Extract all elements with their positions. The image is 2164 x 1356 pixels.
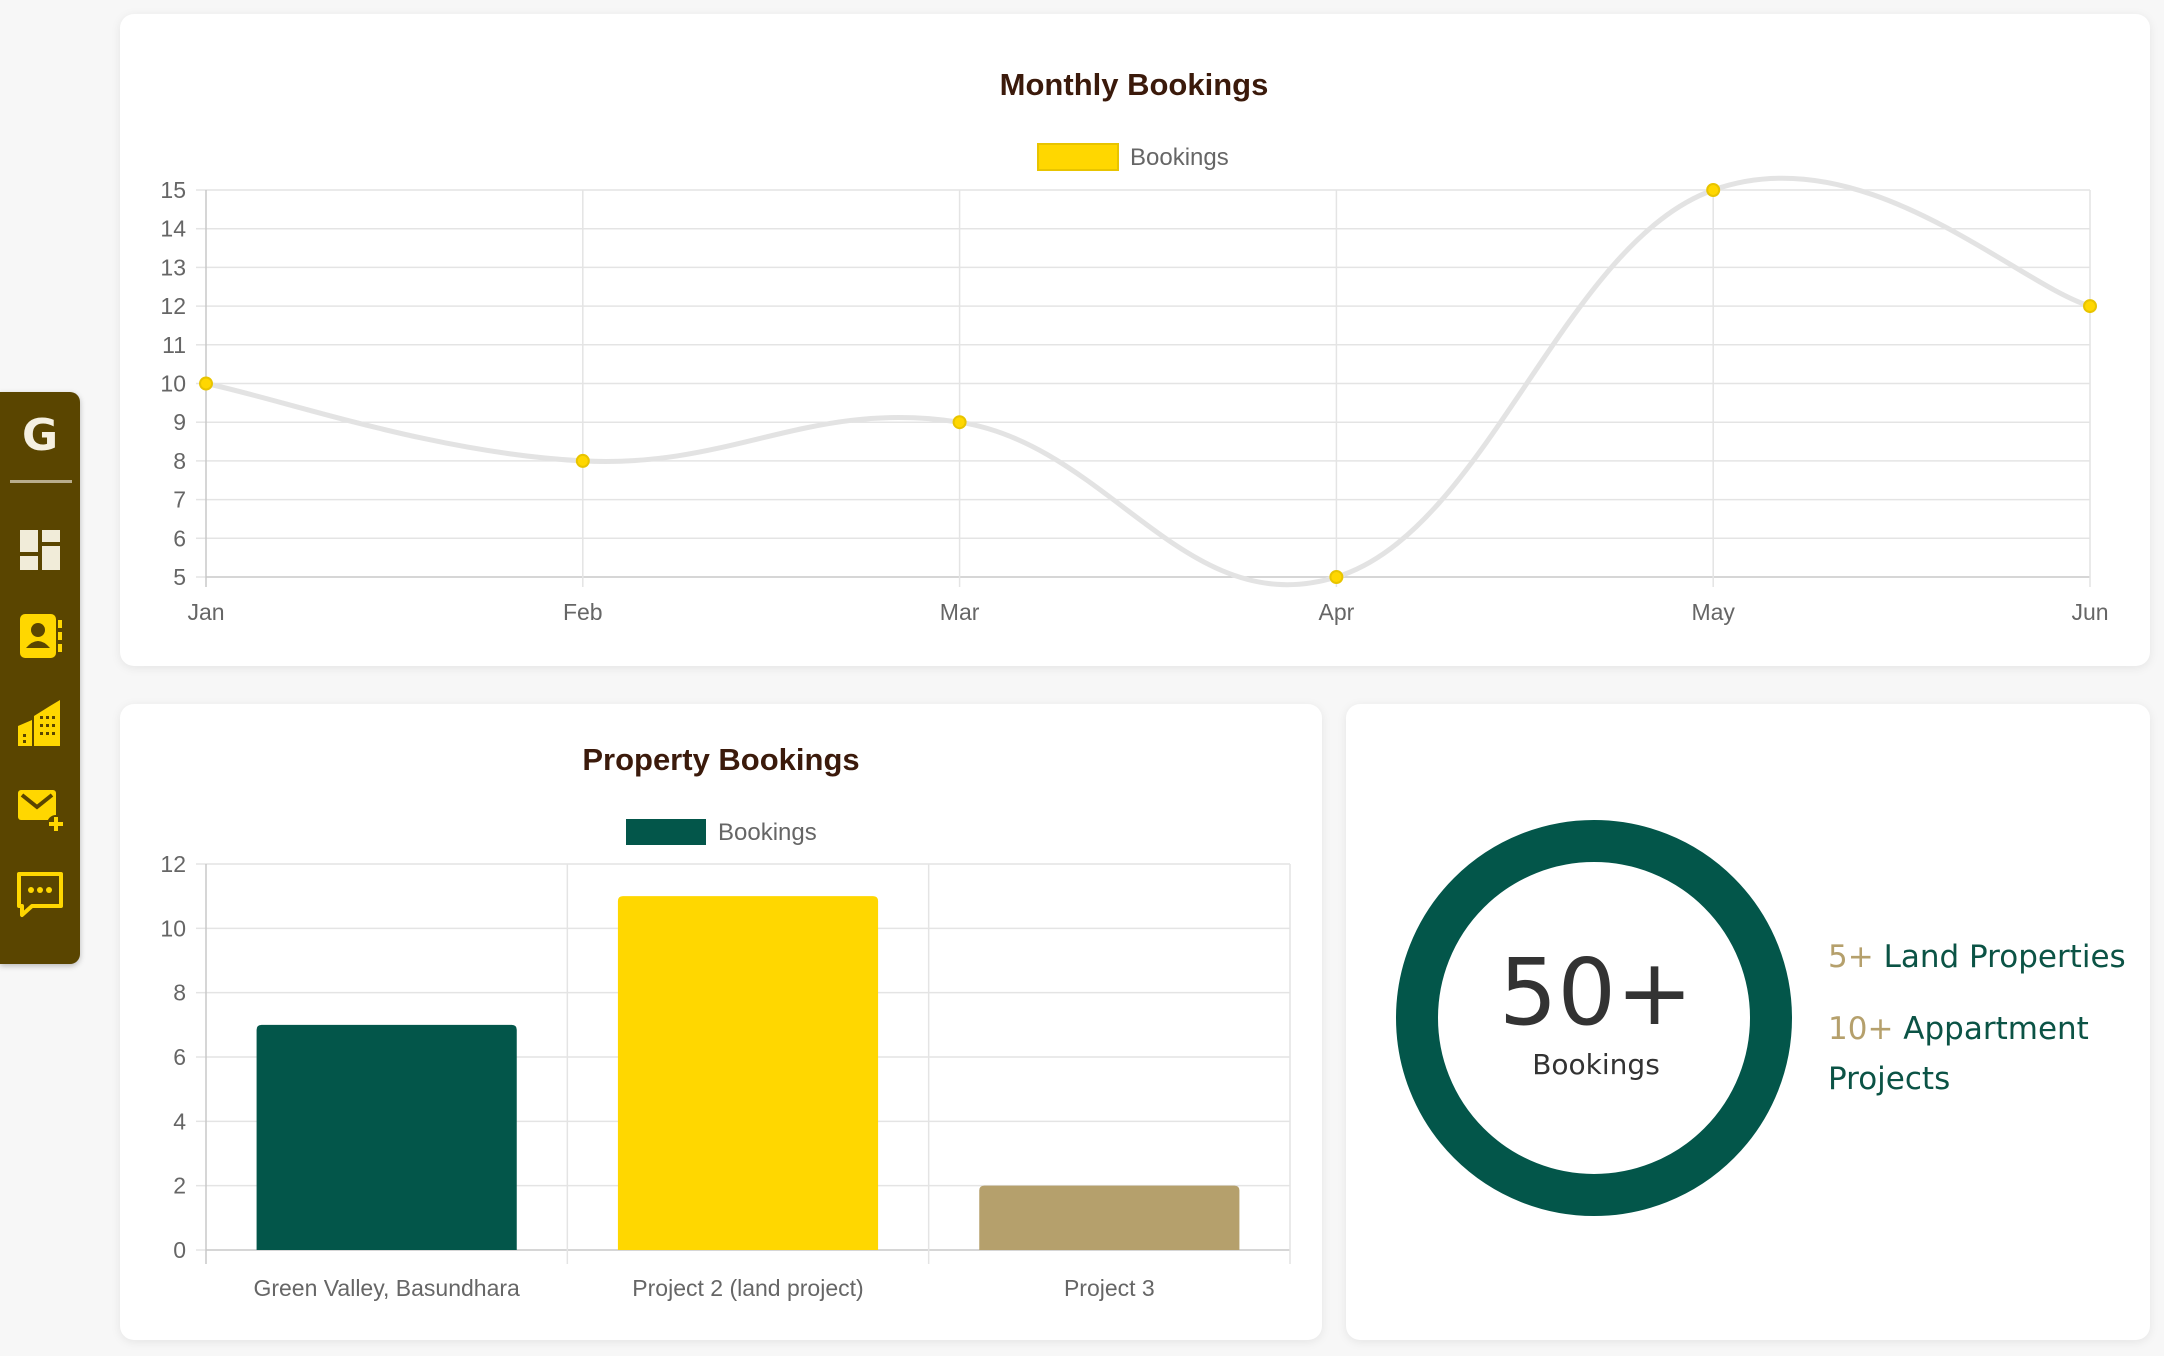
property-ytick-label: 12: [160, 851, 186, 877]
monthly-bookings-title: Monthly Bookings: [1000, 67, 1269, 102]
fact-appartment-projects: 10+ Appartment Projects: [1828, 1004, 2138, 1104]
monthly-grid: 5 6 7 8 9 10 11 12 13 14 15 Jan Feb Mar Apr May Jun: [160, 177, 2108, 625]
fact-land-properties: 5+ Land Properties: [1828, 932, 2138, 982]
monthly-xtick-label: Apr: [1319, 599, 1355, 625]
monthly-data-point[interactable]: [1329, 570, 1344, 584]
property-xtick-label: Green Valley, Basundhara: [253, 1275, 520, 1301]
property-plot: [256, 896, 1240, 1250]
total-bookings-label: Bookings: [1532, 1048, 1660, 1081]
monthly-ytick-label: 6: [173, 525, 186, 551]
monthly-ytick-label: 13: [160, 254, 186, 280]
property-ytick-label: 10: [160, 915, 186, 941]
monthly-data-point[interactable]: [1706, 183, 1721, 197]
monthly-legend-label[interactable]: Bookings: [1130, 144, 1229, 171]
monthly-data-point[interactable]: [2083, 299, 2097, 314]
property-xtick-label: Project 2 (land project): [632, 1275, 863, 1301]
monthly-xtick-label: May: [1691, 599, 1735, 625]
fact-land-number: 5+: [1828, 939, 1874, 975]
monthly-ytick-label: 10: [160, 371, 186, 397]
monthly-ytick-label: 5: [173, 564, 186, 590]
property-facts: 5+ Land Properties 10+ Appartment Projec…: [1828, 932, 2138, 1126]
monthly-ytick-label: 9: [173, 409, 186, 435]
property-ytick-label: 6: [173, 1044, 186, 1070]
monthly-bookings-line: [205, 175, 2091, 588]
monthly-data-point[interactable]: [575, 453, 590, 468]
monthly-legend-swatch[interactable]: [1037, 143, 1119, 171]
monthly-ytick-label: 8: [173, 448, 186, 474]
fact-appartment-number: 10+: [1828, 1011, 1894, 1047]
monthly-ytick-label: 15: [160, 177, 186, 203]
monthly-xtick-label: Jan: [187, 599, 224, 625]
monthly-data-point[interactable]: [952, 415, 967, 430]
property-bar[interactable]: [979, 1185, 1240, 1250]
property-ytick-label: 4: [173, 1108, 186, 1134]
total-bookings-number: 50+: [1498, 939, 1694, 1046]
property-xtick-label: Project 3: [1064, 1275, 1155, 1301]
property-ytick-label: 0: [173, 1237, 186, 1263]
property-ytick-label: 2: [173, 1173, 186, 1199]
property-ytick-label: 8: [173, 980, 186, 1006]
charts-layer: Monthly Bookings Bookings 5 6 7 8 9 10 11 12 13 1…: [160, 67, 2108, 1301]
fact-land-label: Land Properties: [1883, 939, 2126, 975]
monthly-xtick-label: Feb: [563, 599, 603, 625]
property-legend-swatch[interactable]: [626, 819, 706, 845]
monthly-data-point[interactable]: [199, 376, 213, 391]
monthly-xtick-label: Mar: [940, 599, 980, 625]
monthly-xtick-label: Jun: [2071, 599, 2108, 625]
monthly-ytick-label: 14: [160, 216, 186, 242]
property-legend-label[interactable]: Bookings: [718, 819, 817, 846]
monthly-ytick-label: 12: [160, 293, 186, 319]
property-bar[interactable]: [617, 896, 879, 1250]
monthly-plot: [199, 175, 2097, 588]
monthly-ytick-label: 11: [162, 332, 186, 358]
monthly-ytick-label: 7: [173, 487, 186, 513]
property-bar[interactable]: [256, 1024, 517, 1250]
property-bookings-title: Property Bookings: [582, 742, 859, 777]
